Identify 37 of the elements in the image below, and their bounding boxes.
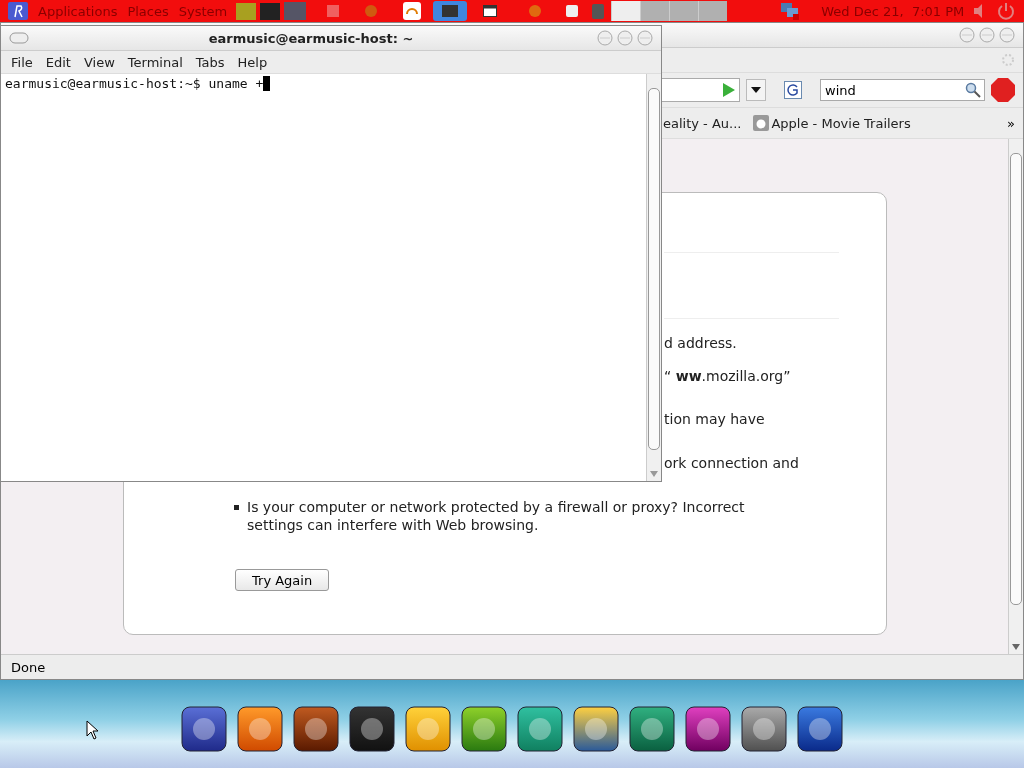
- dropdown-button[interactable]: [746, 79, 766, 101]
- menu-item[interactable]: Terminal: [127, 54, 183, 70]
- search-field[interactable]: wind: [820, 79, 985, 101]
- scrollbar[interactable]: [646, 74, 661, 481]
- menu-item[interactable]: File: [11, 54, 33, 70]
- throbber-icon: [1001, 53, 1015, 67]
- go-arrow-icon[interactable]: [723, 83, 735, 97]
- window-icon: [483, 5, 498, 17]
- menu-item[interactable]: Help: [237, 54, 268, 70]
- search-engine-icon[interactable]: [784, 81, 802, 99]
- text-cursor: [263, 76, 271, 91]
- status-text: Done: [1, 654, 1023, 679]
- error-text: ork connection and: [664, 455, 800, 473]
- error-text: Is your computer or network protected by a firewall or proxy? Incorrect settings can interfere with Web browsing.: [247, 498, 746, 534]
- terminal-icon: [442, 5, 459, 17]
- try-again-button[interactable]: Try Again: [235, 569, 330, 591]
- menu-item[interactable]: Edit: [45, 54, 71, 70]
- search-icon[interactable]: [965, 82, 981, 98]
- window-title: earmusic@earmusic-host: ~: [207, 30, 415, 46]
- caret-icon: [751, 87, 761, 93]
- scrollbar[interactable]: [1008, 139, 1023, 654]
- bookmark-link[interactable]: eality - Au...: [663, 115, 742, 131]
- scroll-arrow-icon[interactable]: [1012, 644, 1020, 650]
- mouse-pointer-icon: [86, 720, 100, 740]
- bookmark-link[interactable]: Apple - Movie Trailers: [771, 115, 911, 131]
- stop-sign-icon[interactable]: [991, 78, 1015, 102]
- bookmarks-overflow-button[interactable]: »: [1007, 115, 1015, 131]
- error-text: “ ww.mozilla.org”: [664, 368, 792, 386]
- launcher-icon[interactable]: [235, 1, 308, 21]
- workspace-switcher[interactable]: [611, 1, 728, 21]
- terminal-task-button[interactable]: [433, 1, 468, 21]
- scroll-arrow-icon[interactable]: [650, 471, 658, 477]
- terminal-line: earmusic@earmusic-host:~$ uname +: [5, 76, 264, 91]
- error-text: d address.: [664, 335, 738, 353]
- error-text: tion may have: [664, 411, 766, 429]
- menu-item[interactable]: View: [83, 54, 115, 70]
- menu-item[interactable]: Tabs: [195, 54, 225, 70]
